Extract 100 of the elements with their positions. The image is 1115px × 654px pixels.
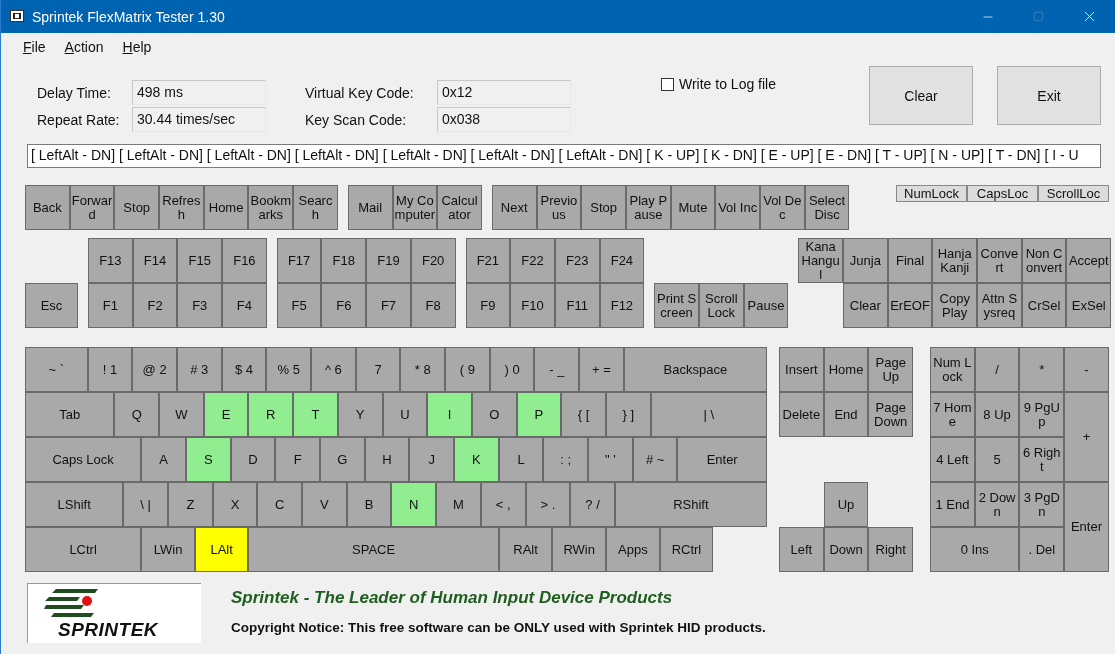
keyboard-key: Next bbox=[491, 185, 537, 230]
keyboard-key: Apps bbox=[606, 527, 660, 572]
keyboard-key: 9 PgUp bbox=[1019, 392, 1065, 437]
keyboard-key: Kana Hangul bbox=[798, 238, 843, 283]
keyboard-key: SPACE bbox=[248, 527, 499, 572]
keyboard-key: S bbox=[185, 437, 231, 482]
keyboard-key: Insert bbox=[779, 347, 824, 392]
window-title: Sprintek FlexMatrix Tester 1.30 bbox=[32, 8, 225, 25]
keyboard-key: Esc bbox=[25, 283, 78, 328]
slogan: Sprintek - The Leader of Human Input Device Products bbox=[231, 588, 674, 608]
keyboard-key: F2 bbox=[132, 283, 178, 328]
keyboard-key: Junja bbox=[843, 238, 888, 283]
keyboard-key: RAlt bbox=[498, 527, 553, 572]
menu-item[interactable]: Help bbox=[122, 38, 152, 55]
keyboard-key: K bbox=[454, 437, 499, 482]
keyboard-key: Hanja Kanji bbox=[932, 238, 978, 283]
keyboard-key: My Computer bbox=[392, 185, 438, 230]
keyboard-key: H bbox=[364, 437, 410, 482]
keyboard-key: + = bbox=[579, 347, 624, 392]
keyboard-key: Bookmarks bbox=[248, 185, 294, 230]
keyboard-key: 6 Right bbox=[1019, 437, 1065, 482]
keyboard-key: Delete bbox=[779, 392, 824, 437]
keyboard-key: Scroll Lock bbox=[698, 283, 744, 328]
keyboard-key: Down bbox=[823, 527, 869, 572]
keyboard-key: Search bbox=[293, 185, 338, 230]
keyboard-key: Tab bbox=[25, 392, 115, 437]
keyboard-key: F8 bbox=[410, 283, 456, 328]
keyboard-key: Q bbox=[114, 392, 160, 437]
keyboard-key: F bbox=[275, 437, 320, 482]
keyboard-key: @ 2 bbox=[132, 347, 177, 392]
menu-item[interactable]: Action bbox=[64, 38, 104, 55]
keyboard-key: CrSel bbox=[1021, 283, 1067, 328]
keyboard-key: ( 9 bbox=[445, 347, 490, 392]
keyboard-key: Page Down bbox=[868, 392, 914, 437]
keyboard-key: I bbox=[427, 392, 472, 437]
clear-button[interactable]: Clear bbox=[869, 66, 973, 125]
keyboard-key: P bbox=[516, 392, 562, 437]
keyboard-key: . Del bbox=[1019, 527, 1065, 572]
keyboard-key: Stop bbox=[114, 185, 160, 230]
keyboard-key: Select Disc bbox=[804, 185, 850, 230]
keyboard-key: 2 Down bbox=[974, 482, 1020, 527]
keyboard-key: N bbox=[391, 482, 437, 527]
keyboard-key: ? / bbox=[570, 482, 615, 527]
keyboard-key: 8 Up bbox=[974, 392, 1020, 437]
keyboard-key: + bbox=[1064, 392, 1109, 482]
keyboard-key: F11 bbox=[554, 283, 600, 328]
keyboard-key: * bbox=[1019, 347, 1065, 392]
keyboard-key: % 5 bbox=[266, 347, 311, 392]
field-label: Virtual Key Code: bbox=[305, 84, 415, 101]
keyboard-key: E bbox=[203, 392, 249, 437]
readout-field: 0x12 bbox=[437, 80, 571, 105]
keyboard-key: L bbox=[498, 437, 544, 482]
keyboard-key: Accept bbox=[1066, 238, 1112, 283]
keyboard-key: C bbox=[257, 482, 303, 527]
keyboard-key: G bbox=[319, 437, 365, 482]
exit-button[interactable]: Exit bbox=[997, 66, 1101, 125]
keyboard-key: $ 4 bbox=[221, 347, 267, 392]
readout-field: 0x038 bbox=[437, 107, 571, 132]
keyboard-key: F19 bbox=[366, 238, 411, 283]
keyboard-key: Num Lock bbox=[930, 347, 975, 392]
keyboard-key: \ | bbox=[123, 482, 168, 527]
keyboard-key: - _ bbox=[534, 347, 580, 392]
event-log-field[interactable]: [ LeftAlt - DN] [ LeftAlt - DN] [ LeftAlt - DN] [ LeftAlt - DN] [ LeftAlt - DN] [ LeftAlt - DN] [ LeftAlt - DN] [ K - UP] [ K - DN] [ E - UP] [ E - DN] [ T - UP] [ N - UP] [ T - DN] [ I - U bbox=[27, 144, 1101, 168]
keyboard-key: Home bbox=[823, 347, 869, 392]
keyboard-key: F18 bbox=[321, 238, 367, 283]
keyboard-key: LAlt bbox=[194, 527, 249, 572]
keyboard-key: B bbox=[346, 482, 392, 527]
copyright-notice: Copyright Notice: This free software can be ONLY used with Sprintek HID products. bbox=[231, 620, 766, 635]
keyboard-key: Pause bbox=[743, 283, 789, 328]
app-icon bbox=[10, 10, 24, 23]
keyboard-key: ) 0 bbox=[489, 347, 535, 392]
keyboard-key: Back bbox=[25, 185, 70, 230]
keyboard-key: F4 bbox=[222, 283, 267, 328]
keyboard-key: ! 1 bbox=[87, 347, 133, 392]
keyboard-key: F13 bbox=[88, 238, 133, 283]
keyboard-key: LCtrl bbox=[25, 527, 142, 572]
keyboard-key: 5 bbox=[974, 437, 1020, 482]
keyboard-key: Backspace bbox=[623, 347, 767, 392]
keyboard-key: 4 Left bbox=[930, 437, 975, 482]
keyboard-key: Left bbox=[779, 527, 824, 572]
keyboard-key: RWin bbox=[552, 527, 607, 572]
keyboard-key: D bbox=[230, 437, 276, 482]
keyboard-key: F23 bbox=[554, 238, 600, 283]
field-label: Delay Time: bbox=[37, 84, 112, 101]
field-label: Key Scan Code: bbox=[305, 111, 408, 128]
keyboard-key: J bbox=[409, 437, 455, 482]
keyboard-key: Caps Lock bbox=[25, 437, 142, 482]
keyboard-key: * 8 bbox=[400, 347, 446, 392]
checkbox[interactable] bbox=[661, 77, 674, 91]
keyboard-key: 7 bbox=[355, 347, 401, 392]
keyboard-key: T bbox=[293, 392, 338, 437]
keyboard-key: F20 bbox=[410, 238, 456, 283]
keyboard-key: | \ bbox=[650, 392, 767, 437]
keyboard-key: F3 bbox=[177, 283, 223, 328]
keyboard-key: : ; bbox=[543, 437, 589, 482]
keyboard-key: RShift bbox=[614, 482, 767, 527]
keyboard-key: Mail bbox=[347, 185, 393, 230]
menu-item[interactable]: File bbox=[23, 38, 46, 55]
lock-indicator: ScrollLoc bbox=[1038, 185, 1109, 202]
keyboard-key: F12 bbox=[599, 283, 645, 328]
